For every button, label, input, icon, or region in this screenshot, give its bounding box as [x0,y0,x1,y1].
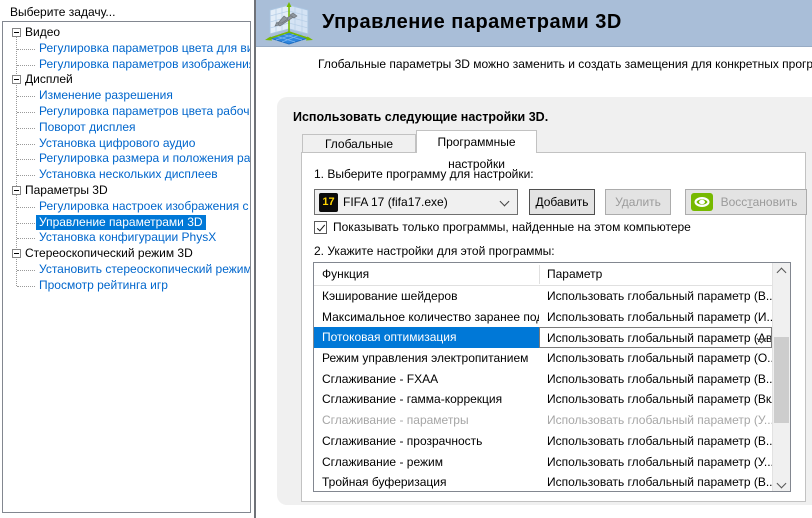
table-header: Функция Параметр [314,263,772,286]
sidebar-item-image-preview[interactable]: Регулировка настроек изображения с пр [3,199,250,215]
column-divider [539,265,540,284]
table-row[interactable]: Сглаживание - гамма-коррекция Использова… [314,389,772,410]
task-sidebar: Выберите задачу... Видео Регулировка пар… [0,0,254,518]
table-row[interactable]: Сглаживание - режим Использовать глобаль… [314,452,772,473]
table-row[interactable]: Максимальное количество заранее под... И… [314,307,772,328]
tab-program-settings[interactable]: Программные настройки [416,130,537,153]
table-row[interactable]: Сглаживание - FXAA Использовать глобальн… [314,369,772,390]
collapse-icon[interactable] [12,186,21,195]
tree-stub [17,128,35,129]
scroll-down-button[interactable] [773,474,790,491]
tree-stub [17,175,35,176]
add-button[interactable]: Добавить [529,189,595,215]
tree-stub [17,96,35,97]
task-tree: Видео Регулировка параметров цвета для в… [2,21,251,513]
scrollbar-thumb[interactable] [774,337,789,423]
3d-settings-icon [264,2,314,49]
panel-heading: Использовать следующие настройки 3D. [293,110,548,124]
table-row[interactable]: Режим управления электропитанием Использ… [314,348,772,369]
page-title: Управление параметрами 3D [322,11,622,34]
sidebar-title: Выберите задачу... [10,5,115,19]
tree-stub [17,159,35,160]
program-settings-tab-content: 1. Выберите программу для настройки: 17 … [301,152,806,502]
tree-stub [17,207,35,208]
param-dropdown[interactable]: Использовать глобальный параметр (Ав [539,327,772,348]
sidebar-item-desktop-color[interactable]: Регулировка параметров цвета рабочег [3,104,250,120]
tree-group-stereo-3d[interactable]: Стереоскопический режим 3D [3,246,250,262]
tree-stub [17,286,35,287]
column-header-feature: Функция [322,267,369,281]
collapse-icon[interactable] [12,75,21,84]
main-pane: Управление параметрами 3D Глобальные пар… [256,0,812,518]
program-select[interactable]: 17 FIFA 17 (fifa17.exe) [314,189,518,215]
show-only-installed-checkbox[interactable] [314,221,327,234]
tree-group-display[interactable]: Дисплей [3,72,250,88]
restore-button[interactable]: Восстановить [685,189,807,215]
fifa17-app-icon: 17 [319,193,338,212]
table-row-selected[interactable]: Потоковая оптимизация Использовать глоба… [314,327,772,348]
sidebar-item-size-position[interactable]: Регулировка размера и положения рабоч [3,151,250,167]
sidebar-item-manage-3d-settings[interactable]: Управление параметрами 3D [3,215,250,231]
sidebar-item-color-video[interactable]: Регулировка параметров цвета для вид [3,41,250,57]
tree-stub [17,49,35,50]
tree-group-3d-settings[interactable]: Параметры 3D [3,183,250,199]
scroll-up-button[interactable] [773,263,790,280]
tab-global-settings[interactable]: Глобальные параметры [302,134,416,152]
sidebar-item-resolution[interactable]: Изменение разрешения [3,88,250,104]
tree-stub [17,238,35,239]
table-row[interactable]: Тройная буферизация Использовать глобаль… [314,472,772,493]
step2-label: 2. Укажите настройки для этой программы: [314,244,555,258]
collapse-icon[interactable] [12,28,21,37]
tree-stub [17,223,35,224]
sidebar-item-digital-audio[interactable]: Установка цифрового аудио [3,136,250,152]
nvidia-logo-icon [691,193,713,219]
table-row[interactable]: Сглаживание - прозрачность Использовать … [314,431,772,452]
chevron-down-icon [500,197,510,207]
sidebar-item-set-stereo[interactable]: Установить стереоскопический режим 3 [3,262,250,278]
table-row[interactable]: Кэширование шейдеров Использовать глобал… [314,286,772,307]
sidebar-item-multi-display[interactable]: Установка нескольких дисплеев [3,167,250,183]
table-scrollbar[interactable] [772,263,790,491]
sidebar-item-rotation[interactable]: Поворот дисплея [3,120,250,136]
settings-panel: Использовать следующие настройки 3D. Гло… [277,97,812,505]
table-row-disabled[interactable]: Сглаживание - параметры Использовать гло… [314,410,772,431]
tree-group-video[interactable]: Видео [3,25,250,41]
page-description: Глобальные параметры 3D можно заменить и… [318,57,812,71]
sidebar-item-game-rating[interactable]: Просмотр рейтинга игр [3,278,250,294]
check-icon [316,223,324,232]
column-header-param: Параметр [547,267,602,281]
checkbox-label: Показывать только программы, найденные н… [333,220,691,234]
sidebar-item-image-video[interactable]: Регулировка параметров изображения д [3,57,250,73]
sidebar-item-physx[interactable]: Установка конфигурации PhysX [3,230,250,246]
tree-stub [17,112,35,113]
tree-stub [17,65,35,66]
program-select-value: FIFA 17 (fifa17.exe) [343,195,448,209]
tree-stub [17,144,35,145]
remove-button[interactable]: Удалить [605,189,671,215]
tree-stub [17,270,35,271]
page-header: Управление параметрами 3D [256,0,812,47]
settings-table: Функция Параметр Кэширование шейдеров Ис… [313,262,791,492]
collapse-icon[interactable] [12,249,21,258]
